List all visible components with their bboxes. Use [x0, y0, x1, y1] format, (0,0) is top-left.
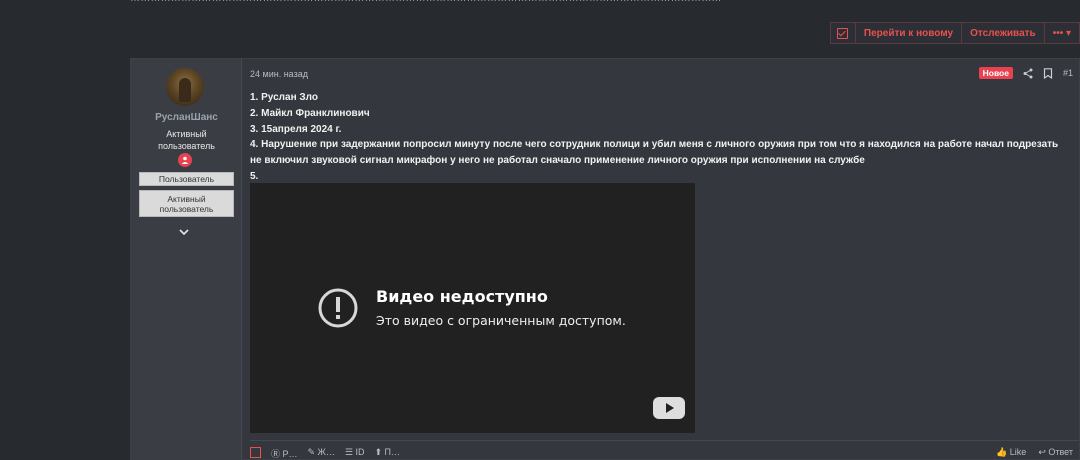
mark-read-button[interactable]: [831, 23, 855, 43]
go-to-new-button[interactable]: Перейти к новому: [854, 23, 961, 43]
post-line: 2. Майкл Франклинович: [250, 107, 370, 119]
post-body: 1. Руслан Зло 2. Майкл Франклинович 3. 1…: [250, 90, 1070, 185]
post-author-sidebar: РусланШанс Активный пользователь Пользов…: [131, 59, 242, 460]
post-number-link[interactable]: #1: [1063, 68, 1073, 78]
watch-button[interactable]: Отслеживать: [961, 23, 1044, 43]
warning-circle-icon: [318, 288, 358, 328]
post-main: 24 мин. назад Новое #1 1. Руслан Зло 2. …: [250, 59, 1079, 460]
video-subtitle: Это видео с ограниченным доступом.: [376, 313, 626, 328]
post-line: 1. Руслан Зло: [250, 92, 318, 103]
youtube-logo-icon[interactable]: [653, 397, 685, 419]
post-footer-left: Ⓡ Р… ✎ Ж… ☰ ID ⬆ П…: [250, 447, 400, 460]
avatar[interactable]: [166, 68, 204, 106]
more-menu-button[interactable]: ••• ▾: [1043, 23, 1079, 43]
video-embed[interactable]: Видео недоступно Это видео с ограниченны…: [250, 183, 695, 433]
new-badge: Новое: [978, 67, 1013, 79]
footer-action[interactable]: Ⓡ Р…: [271, 447, 298, 460]
post-tools: Новое #1: [978, 67, 1073, 79]
user-badge-icon: [178, 153, 192, 167]
user-banner-active: Активный пользователь: [139, 190, 234, 217]
bookmark-icon[interactable]: [1043, 67, 1053, 79]
video-title: Видео недоступно: [376, 287, 548, 306]
chevron-down-icon[interactable]: [179, 227, 189, 237]
post-line: 4. Нарушение при задержании попросил мин…: [250, 139, 1059, 167]
share-icon[interactable]: [1023, 68, 1033, 79]
post: РусланШанс Активный пользователь Пользов…: [130, 58, 1080, 460]
thread-actions: Перейти к новому Отслеживать ••• ▾: [829, 22, 1080, 44]
top-strip-text: ……………………………………………………………………………………………………………: [130, 0, 722, 4]
user-banner-member: Пользователь: [139, 172, 234, 186]
top-strip: ……………………………………………………………………………………………………………: [0, 0, 1080, 6]
footer-action[interactable]: ⬆ П…: [374, 447, 400, 460]
post-line: 3. 15апреля 2024 г.: [250, 123, 342, 135]
footer-action[interactable]: ☰ ID: [345, 447, 365, 460]
footer-action[interactable]: ✎ Ж…: [308, 447, 335, 460]
like-button[interactable]: 👍 Like: [996, 447, 1026, 458]
reply-button[interactable]: ↩ Ответ: [1038, 447, 1073, 458]
post-footer-right: 👍 Like ↩ Ответ: [996, 447, 1073, 458]
checkbox-icon: [837, 27, 849, 39]
select-checkbox[interactable]: [250, 447, 261, 458]
post-footer: Ⓡ Р… ✎ Ж… ☰ ID ⬆ П… 👍 Like ↩ Ответ: [250, 440, 1079, 460]
username-link[interactable]: РусланШанс: [131, 112, 242, 123]
post-time[interactable]: 24 мин. назад: [250, 69, 308, 79]
user-title: Активный пользователь: [158, 129, 215, 151]
